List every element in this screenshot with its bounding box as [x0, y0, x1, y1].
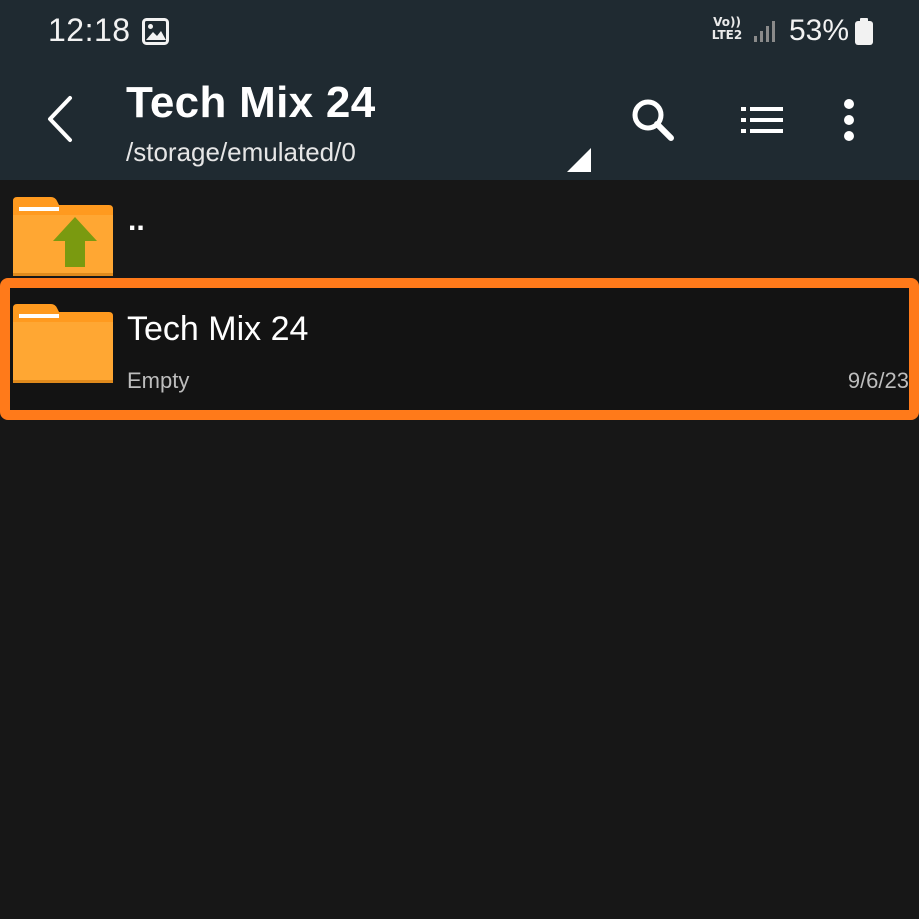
- network-lte-label: LTE2: [711, 28, 743, 42]
- battery-icon: [855, 18, 873, 45]
- search-icon[interactable]: [630, 97, 676, 143]
- folder-name: Tech Mix 24: [127, 310, 309, 348]
- battery-percent: 53%: [789, 14, 850, 47]
- folder-meta: Empty: [127, 368, 190, 393]
- parent-directory-label: ..: [128, 204, 145, 237]
- folder-up-icon: [13, 197, 113, 276]
- page-title: Tech Mix 24: [126, 78, 376, 127]
- parent-directory-row[interactable]: ..: [0, 180, 919, 280]
- network-indicator: Vo)) LTE2: [707, 16, 747, 46]
- status-time: 12:18: [48, 12, 131, 48]
- toolbar: 12:18 Vo)) LTE2 53% Tech Mix 24 /storage…: [0, 0, 919, 180]
- list-view-icon[interactable]: [739, 103, 785, 137]
- dropdown-corner-icon[interactable]: [567, 148, 591, 172]
- gallery-icon: [142, 18, 169, 45]
- folder-icon: [13, 304, 113, 383]
- list-item[interactable]: Tech Mix 24 Empty 9/6/23: [0, 278, 919, 420]
- back-arrow-icon[interactable]: [40, 94, 80, 144]
- folder-date: 9/6/23: [847, 368, 909, 393]
- status-bar: 12:18 Vo)) LTE2 53%: [0, 0, 919, 64]
- current-path[interactable]: /storage/emulated/0: [126, 137, 356, 168]
- signal-icon: [754, 21, 775, 42]
- more-vert-icon[interactable]: [834, 98, 864, 142]
